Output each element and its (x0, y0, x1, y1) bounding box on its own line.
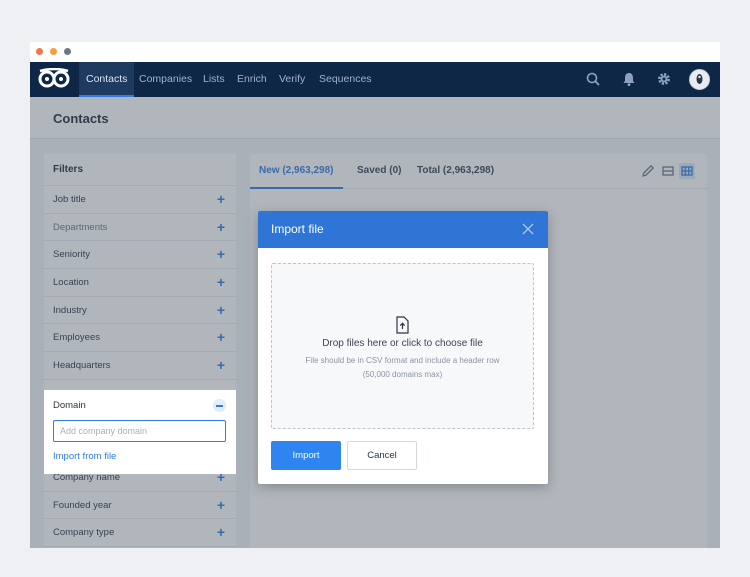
top-nav: Contacts Companies Lists Enrich Verify S… (30, 62, 720, 97)
close-icon[interactable] (522, 223, 534, 235)
domain-input[interactable] (53, 420, 226, 442)
gear-icon[interactable] (656, 71, 672, 87)
search-icon[interactable] (585, 71, 601, 87)
import-button[interactable]: Import (271, 441, 341, 470)
window-chrome (30, 42, 720, 62)
modal-title: Import file (271, 222, 324, 236)
nav-lists[interactable]: Lists (203, 62, 225, 97)
user-avatar-icon (696, 74, 703, 84)
dropzone-text: Drop files here or click to choose file (322, 338, 483, 349)
domain-filter: Domain Import from file (44, 390, 236, 474)
nav-sequences[interactable]: Sequences (319, 62, 372, 97)
import-from-file-link[interactable]: Import from file (53, 451, 116, 462)
avatar[interactable] (689, 69, 710, 90)
nav-companies[interactable]: Companies (139, 62, 192, 97)
minimize-dot[interactable] (50, 48, 57, 55)
import-file-modal: Import file Drop files here or click to … (258, 211, 548, 484)
nav-verify[interactable]: Verify (279, 62, 305, 97)
file-dropzone[interactable]: Drop files here or click to choose file … (271, 263, 534, 429)
upload-file-icon (396, 316, 409, 334)
maximize-dot[interactable] (64, 48, 71, 55)
collapse-icon[interactable] (213, 399, 226, 412)
close-dot[interactable] (36, 48, 43, 55)
bell-icon[interactable] (621, 71, 637, 87)
app-window: Contacts Companies Lists Enrich Verify S… (30, 42, 720, 548)
domain-label: Domain (53, 400, 86, 411)
nav-enrich[interactable]: Enrich (237, 62, 267, 97)
owl-logo-icon[interactable] (38, 68, 70, 90)
dropzone-hint: File should be in CSV format and include… (305, 356, 500, 365)
modal-header: Import file (258, 211, 548, 248)
cancel-button[interactable]: Cancel (347, 441, 417, 470)
dropzone-hint-limit: (50,000 domains max) (362, 370, 443, 379)
nav-contacts[interactable]: Contacts (79, 62, 135, 97)
